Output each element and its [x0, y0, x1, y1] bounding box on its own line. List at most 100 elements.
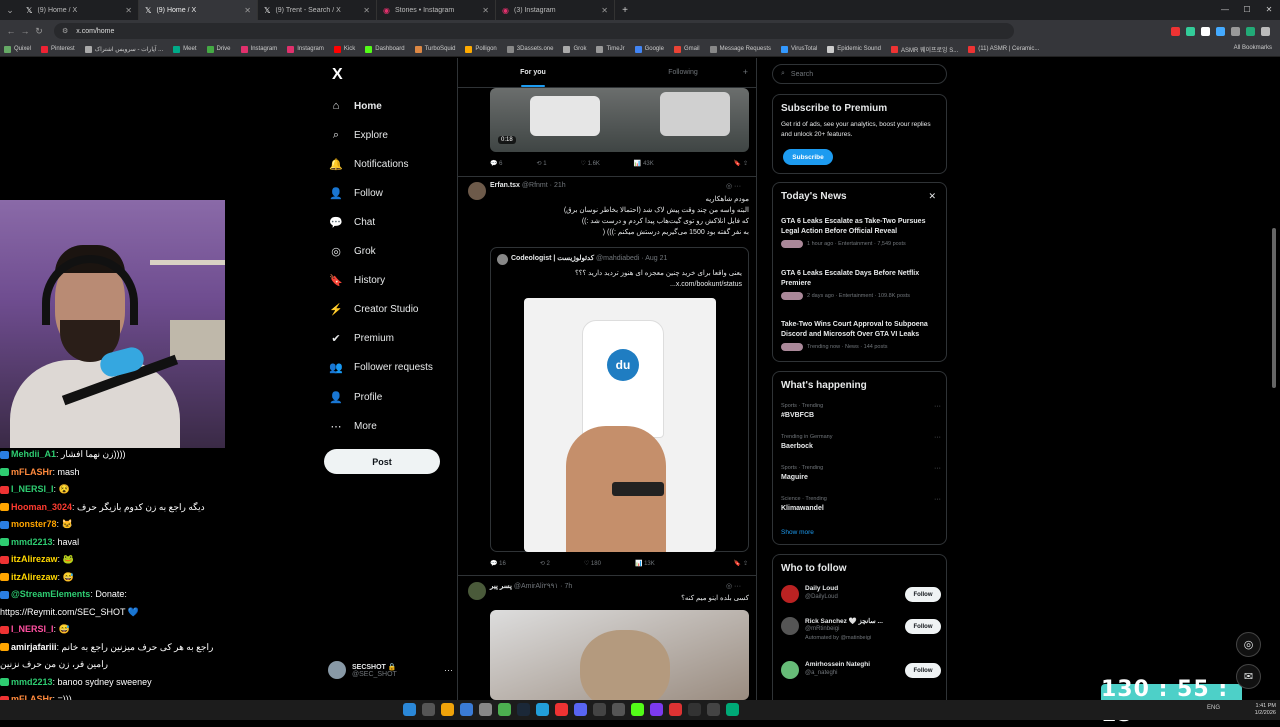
bookmark-item[interactable]: Dashboard [365, 45, 405, 53]
nav-item-chat[interactable]: 💬 Chat [328, 211, 375, 233]
news-item[interactable]: GTA 6 Leaks Escalate as Take-Two Pursues… [781, 217, 936, 248]
repost-count[interactable]: ⟲ 1 [536, 160, 546, 167]
telegram-icon[interactable] [536, 703, 549, 716]
tab-search-icon[interactable]: ⌄ [0, 0, 20, 20]
forward-icon[interactable]: → [18, 26, 32, 36]
nav-item-follow[interactable]: 👤 Follow [328, 182, 383, 204]
author-name[interactable]: پسر پیر [490, 583, 512, 590]
bookmark-item[interactable]: Instagram [287, 45, 324, 53]
extension-icon[interactable] [1171, 26, 1180, 36]
windows-start-icon[interactable] [403, 703, 416, 716]
bookmark-item[interactable]: TurboSquid [414, 45, 455, 53]
app-icon[interactable] [726, 703, 739, 716]
nav-item-explore[interactable]: ⌕ Explore [328, 124, 388, 146]
taskbar-clock[interactable]: 1:41 PM 1/2/2026 [1255, 703, 1276, 717]
grok-more-icons[interactable]: ◎ ··· [726, 582, 741, 590]
post-time[interactable]: 21h [554, 182, 566, 189]
router-photo[interactable]: du [524, 298, 716, 552]
all-bookmarks-link[interactable]: All Bookmarks [1234, 45, 1272, 51]
url-field[interactable]: ⚙ x.com/home [54, 23, 1014, 39]
avatar[interactable] [468, 182, 486, 200]
reply-count[interactable]: 💬 6 [490, 160, 502, 167]
bookmark-item[interactable]: Polligon [465, 45, 497, 53]
close-tab-icon[interactable]: ✕ [482, 6, 489, 15]
more-icon[interactable]: ··· [444, 665, 453, 675]
bookmark-item[interactable]: (11) ASMR | Ceramic... [968, 45, 1039, 53]
close-tab-icon[interactable]: ✕ [363, 6, 370, 15]
reload-icon[interactable]: ↻ [32, 26, 46, 37]
bookmark-share-icons[interactable]: 🔖 ⇪ [734, 160, 748, 167]
profile-icon[interactable] [1246, 26, 1255, 36]
browser-tab[interactable]: 𝕏 (9) Trent - Search / X ✕ [258, 0, 377, 20]
subscribe-button[interactable]: Subscribe [783, 149, 833, 165]
follow-suggestion[interactable]: Daily Loud @DailyLoud Follow [781, 585, 941, 615]
extension-icon[interactable] [1216, 26, 1225, 36]
author-handle[interactable]: @AmirAli۲۹۹۱ [514, 583, 558, 590]
kick-icon[interactable] [631, 703, 644, 716]
browser-tab[interactable]: ◉ (3) Instagram ✕ [496, 0, 615, 20]
post-time[interactable]: 7h [564, 583, 572, 590]
like-count[interactable]: ♡ 1.6K [581, 160, 600, 167]
follow-button[interactable]: Follow [905, 663, 941, 678]
maximize-icon[interactable]: ☐ [1236, 0, 1258, 20]
more-icon[interactable]: ··· [934, 496, 941, 503]
bookmark-item[interactable]: آپارات - سرویس اشتراک ... [84, 45, 163, 53]
trend-item[interactable]: Science · Trending Klimawandel ··· [781, 496, 941, 512]
steam-icon[interactable] [517, 703, 530, 716]
file-explorer-icon[interactable] [441, 703, 454, 716]
chrome-icon[interactable] [498, 703, 511, 716]
nav-item-notifications[interactable]: 🔔 Notifications [328, 153, 408, 175]
settings-icon[interactable] [479, 703, 492, 716]
new-tab-button[interactable]: + [615, 5, 635, 16]
task-view-icon[interactable] [422, 703, 435, 716]
system-tray[interactable]: ENG [1207, 705, 1220, 711]
nav-item-home[interactable]: ⌂ Home [328, 95, 382, 117]
trend-item[interactable]: Sports · Trending Maguire ··· [781, 465, 941, 481]
more-icon[interactable]: ··· [934, 434, 941, 441]
grok-more-icons[interactable]: ◎ ··· [726, 182, 741, 190]
app-icon[interactable] [688, 703, 701, 716]
bookmark-item[interactable]: Google [634, 45, 664, 53]
obs-icon[interactable] [612, 703, 625, 716]
tab-following[interactable]: Following [608, 58, 756, 87]
like-count[interactable]: ♡ 180 [584, 560, 601, 567]
bookmark-item[interactable]: Epidemic Sound [827, 45, 881, 53]
menu-icon[interactable] [1261, 26, 1270, 36]
close-tab-icon[interactable]: ✕ [244, 6, 251, 15]
extension-icon[interactable] [1186, 26, 1195, 36]
x-logo-icon[interactable]: X [332, 66, 343, 84]
bookmark-item[interactable]: ASMR 웨이프로잉 S... [890, 45, 958, 54]
follow-button[interactable]: Follow [905, 587, 941, 602]
view-count[interactable]: 📊 13K [635, 560, 655, 567]
search-input[interactable]: ⌕ Search [772, 64, 947, 84]
more-icon[interactable]: ··· [934, 465, 941, 472]
author-name[interactable]: Erfan.tsx [490, 182, 520, 189]
view-count[interactable]: 📊 43K [634, 160, 654, 167]
bookmark-item[interactable]: TimeJr [596, 45, 625, 53]
nav-item-more[interactable]: ⋯ More [328, 415, 377, 437]
bookmark-item[interactable]: Quixel [4, 45, 31, 53]
bookmark-item[interactable]: 3Dassets.one [506, 45, 553, 53]
close-window-icon[interactable]: ✕ [1258, 0, 1280, 20]
extension-icon[interactable] [1201, 26, 1210, 36]
follow-suggestion[interactable]: Amirhossein Nateghi @a_nateghi Follow [781, 661, 941, 691]
nav-item-premium[interactable]: ✔ Premium [328, 327, 394, 349]
app-icon[interactable] [707, 703, 720, 716]
cat-video-media[interactable] [490, 610, 749, 700]
follow-suggestion[interactable]: Rick Sanchez 🤍 سانچز ... @mRtinbeigi Autom… [781, 617, 941, 647]
account-switcher[interactable]: SECSHOT 🔒 @SEC_SHOT ··· [328, 661, 453, 679]
puzzle-icon[interactable] [1231, 26, 1240, 36]
nav-item-creator-studio[interactable]: ⚡ Creator Studio [328, 298, 418, 320]
close-tab-icon[interactable]: ✕ [601, 6, 608, 15]
bookmark-item[interactable]: Pinterest [41, 45, 75, 53]
trend-item[interactable]: Sports · Trending #BVBFCB ··· [781, 403, 941, 419]
news-item[interactable]: Take-Two Wins Court Approval to Subpoena… [781, 320, 936, 351]
follow-button[interactable]: Follow [905, 619, 941, 634]
bookmark-share-icons[interactable]: 🔖 ⇪ [734, 560, 748, 567]
more-icon[interactable]: ··· [934, 403, 941, 410]
browser-tab-active[interactable]: 𝕏 (9) Home / X ✕ [139, 0, 258, 20]
language-indicator[interactable]: ENG [1207, 705, 1220, 711]
add-tab-icon[interactable]: + [743, 67, 748, 77]
app-icon[interactable] [593, 703, 606, 716]
nav-item-grok[interactable]: ◎ Grok [328, 240, 375, 262]
